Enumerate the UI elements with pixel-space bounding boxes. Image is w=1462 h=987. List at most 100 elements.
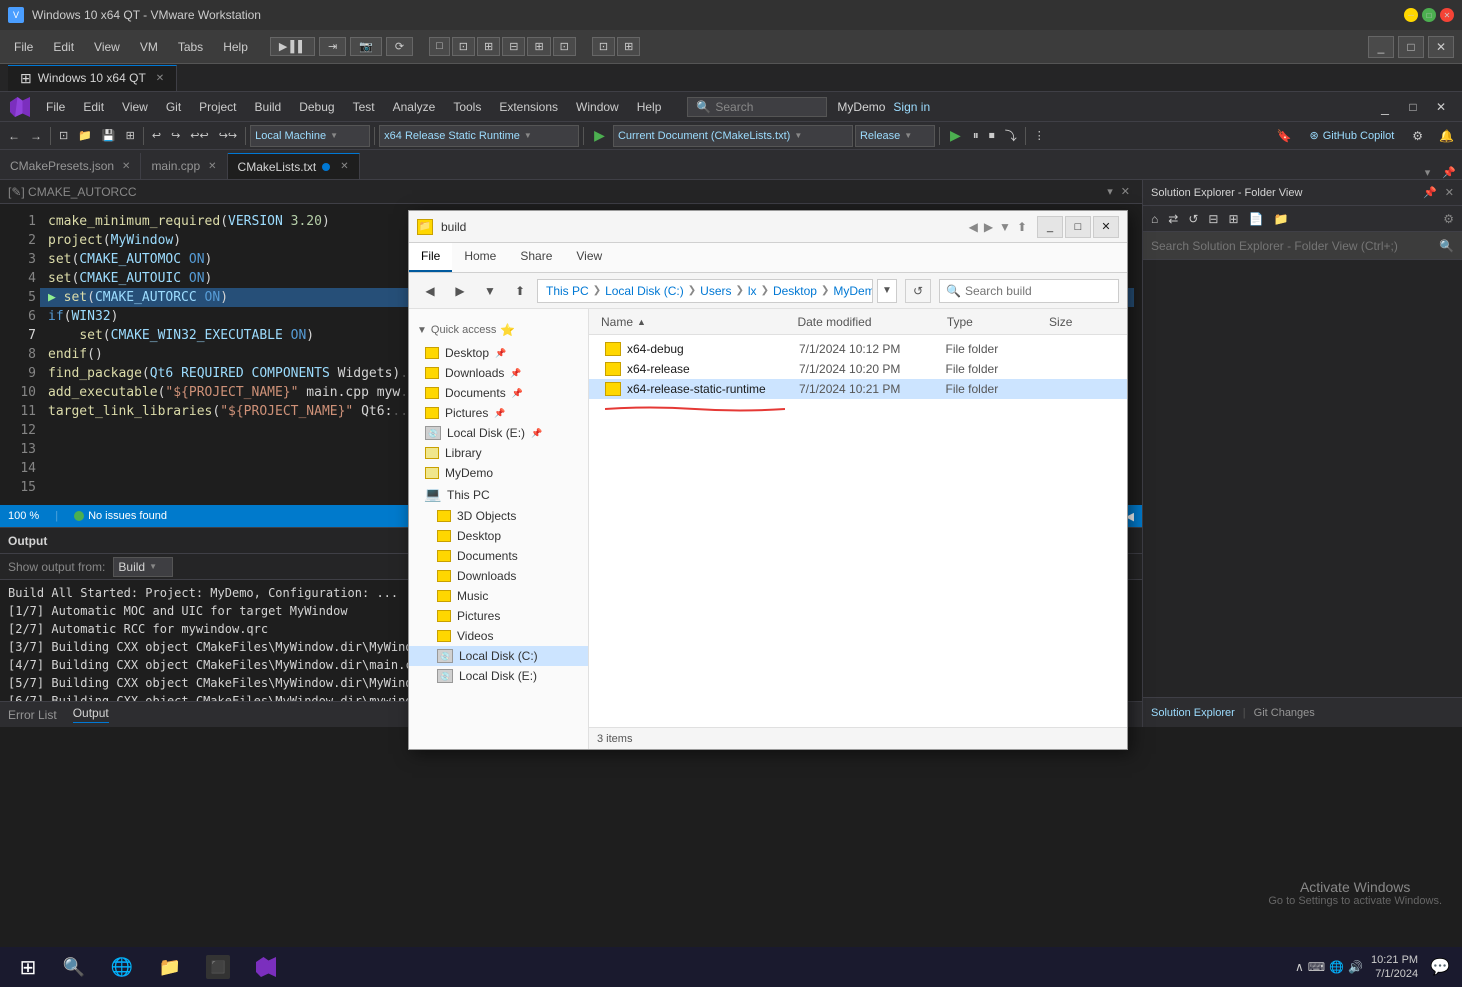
taskbar-edge[interactable]: 🌐 bbox=[100, 949, 144, 985]
toolbar-pause-btn[interactable]: ⏸ bbox=[969, 126, 983, 145]
sol-options-btn[interactable]: ⚙ bbox=[1439, 210, 1458, 228]
fe-ribbon-tab-view[interactable]: View bbox=[564, 243, 614, 272]
fe-sidebar-item-mydemo[interactable]: MyDemo bbox=[409, 463, 588, 483]
vm-toolbar-send[interactable]: ⇥ bbox=[319, 37, 346, 56]
taskbar-notification[interactable]: 💬 bbox=[1426, 957, 1454, 977]
vm-toolbar-snapshot2[interactable]: ⟳ bbox=[386, 37, 413, 56]
fe-minimize-btn[interactable]: _ bbox=[1037, 216, 1063, 238]
toolbar-notifications[interactable]: 🔔 bbox=[1435, 127, 1458, 145]
fe-sidebar-item-thispc[interactable]: 💻 This PC bbox=[409, 483, 588, 506]
vm-view-menu[interactable]: View bbox=[88, 40, 126, 54]
fe-sidebar-item-desktop2[interactable]: Desktop bbox=[409, 526, 588, 546]
vm-minimize-win[interactable]: _ bbox=[1368, 36, 1394, 58]
sol-search-bar[interactable]: 🔍 bbox=[1143, 232, 1462, 260]
fe-search-box[interactable]: 🔍 bbox=[939, 279, 1119, 303]
menu-tools[interactable]: Tools bbox=[445, 96, 489, 118]
fe-sidebar-item-documents[interactable]: Documents 📌 bbox=[409, 383, 588, 403]
toolbar-btn-2[interactable]: 📁 bbox=[74, 127, 96, 144]
fe-sidebar-item-documents2[interactable]: Documents bbox=[409, 546, 588, 566]
sol-pin-btn[interactable]: 📌 bbox=[1423, 186, 1437, 199]
vm-maximize-button[interactable]: □ bbox=[1422, 8, 1436, 22]
toolbar-undo2[interactable]: ↩↩ bbox=[186, 127, 212, 144]
vs-minimize[interactable]: _ bbox=[1372, 96, 1398, 118]
vm-window-btn-6[interactable]: ⊡ bbox=[553, 37, 576, 56]
fe-forward-btn[interactable]: ▶ bbox=[447, 279, 473, 303]
editor-options-btn[interactable]: ▾ bbox=[1107, 185, 1113, 198]
fe-breadcrumb-dropdown[interactable]: ▼ bbox=[877, 279, 897, 303]
fe-recent-btn[interactable]: ▼ bbox=[477, 279, 503, 303]
vs-signin-btn[interactable]: Sign in bbox=[893, 100, 930, 114]
fe-ribbon-tab-share[interactable]: Share bbox=[508, 243, 564, 272]
toolbar-step-btn[interactable]: ⤵ bbox=[1001, 125, 1021, 146]
fe-breadcrumb[interactable]: This PC ❯ Local Disk (C:) ❯ Users ❯ lx ❯… bbox=[537, 279, 873, 303]
vs-close[interactable]: ✕ bbox=[1428, 96, 1454, 118]
taskbar-search[interactable]: 🔍 bbox=[52, 949, 96, 985]
output-source-dropdown[interactable]: Build ▼ bbox=[113, 557, 173, 577]
tab-close-maincpp[interactable]: ✕ bbox=[208, 161, 216, 172]
menu-help[interactable]: Help bbox=[629, 96, 670, 118]
tab-close-cmakelists[interactable]: ✕ bbox=[340, 161, 348, 172]
vs-search-bar[interactable]: 🔍 Search bbox=[687, 97, 827, 117]
vm-window-btn-4[interactable]: ⊟ bbox=[502, 37, 525, 56]
sol-refresh-btn[interactable]: ↺ bbox=[1184, 210, 1202, 228]
vm-window-btn-3[interactable]: ⊞ bbox=[477, 37, 500, 56]
bookmark-btn[interactable]: 🔖 bbox=[1273, 127, 1296, 145]
fe-ribbon-tab-file[interactable]: File bbox=[409, 243, 452, 272]
current-doc-dropdown[interactable]: Current Document (CMakeLists.txt) ▼ bbox=[613, 125, 853, 147]
toolbar-stop-btn[interactable]: ⏹ bbox=[985, 126, 999, 145]
configuration-dropdown[interactable]: x64 Release Static Runtime ▼ bbox=[379, 125, 579, 147]
sol-new-folder-btn[interactable]: 📁 bbox=[1269, 210, 1292, 228]
fe-col-date-header[interactable]: Date modified bbox=[793, 315, 942, 329]
menu-build[interactable]: Build bbox=[247, 96, 290, 118]
fe-search-input[interactable] bbox=[965, 284, 1120, 298]
fe-row-x64release[interactable]: x64-release 7/1/2024 10:20 PM File folde… bbox=[589, 359, 1127, 379]
menu-project[interactable]: Project bbox=[191, 96, 244, 118]
fe-bc-item-thispc[interactable]: This PC bbox=[546, 284, 589, 298]
vm-toolbar-snapshot[interactable]: 📷 bbox=[350, 37, 382, 56]
fe-col-type-header[interactable]: Type bbox=[943, 315, 1045, 329]
fe-sidebar-item-library[interactable]: Library bbox=[409, 443, 588, 463]
sol-close-btn[interactable]: ✕ bbox=[1445, 186, 1454, 199]
toolbar-btn-4[interactable]: ⊞ bbox=[122, 127, 139, 144]
tab-cmakepresets[interactable]: CMakePresets.json ✕ bbox=[0, 153, 141, 179]
menu-view[interactable]: View bbox=[114, 96, 156, 118]
toolbar-back-btn[interactable]: ← bbox=[4, 127, 24, 145]
menu-file[interactable]: File bbox=[38, 96, 73, 118]
vm-extra-btn-1[interactable]: ⊡ bbox=[592, 37, 615, 56]
vs-maximize[interactable]: □ bbox=[1400, 96, 1426, 118]
tab-close-cmakepresets[interactable]: ✕ bbox=[122, 161, 130, 172]
toolbar-btn-3[interactable]: 💾 bbox=[98, 127, 120, 144]
toolbar-run-btn[interactable]: ▶ bbox=[944, 125, 967, 146]
fe-col-name-header[interactable]: Name ▲ bbox=[597, 315, 793, 329]
vm-tabs-menu[interactable]: Tabs bbox=[172, 40, 209, 54]
sol-new-file-btn[interactable]: 📄 bbox=[1245, 210, 1268, 228]
start-button[interactable]: ⊞ bbox=[8, 947, 48, 987]
sol-tab-solution[interactable]: Solution Explorer bbox=[1151, 707, 1235, 719]
fe-sidebar-item-3dobjects[interactable]: 3D Objects bbox=[409, 506, 588, 526]
vm-window-btn-1[interactable]: □ bbox=[429, 37, 450, 56]
fe-sidebar-item-downloads[interactable]: Downloads 📌 bbox=[409, 363, 588, 383]
fe-sidebar-item-edrive[interactable]: 💿 Local Disk (E:) 📌 bbox=[409, 423, 588, 443]
vm-help-menu[interactable]: Help bbox=[217, 40, 254, 54]
fe-bc-item-localdisk[interactable]: Local Disk (C:) bbox=[605, 284, 684, 298]
sol-tab-changes[interactable]: Git Changes bbox=[1254, 707, 1315, 719]
error-list-tab[interactable]: Error List bbox=[8, 708, 57, 722]
sol-home-btn[interactable]: ⌂ bbox=[1147, 210, 1162, 228]
fe-row-x64releasestatic[interactable]: x64-release-static-runtime 7/1/2024 10:2… bbox=[589, 379, 1127, 399]
toolbar-settings[interactable]: ⚙ bbox=[1408, 127, 1427, 145]
toolbar-more[interactable]: ⋮ bbox=[1030, 127, 1049, 144]
sol-search-input[interactable] bbox=[1151, 239, 1439, 253]
fe-bc-item-users[interactable]: Users bbox=[700, 284, 731, 298]
taskbar-explorer[interactable]: 📁 bbox=[148, 949, 192, 985]
vm-maximize-win[interactable]: □ bbox=[1398, 36, 1424, 58]
taskbar-tray-up[interactable]: ∧ bbox=[1295, 960, 1304, 974]
sol-collapse-btn[interactable]: ⊟ bbox=[1204, 210, 1222, 228]
vm-close-button[interactable]: ✕ bbox=[1440, 8, 1454, 22]
vm-edit-menu[interactable]: Edit bbox=[47, 40, 80, 54]
taskbar-vs[interactable] bbox=[244, 949, 288, 985]
menu-extensions[interactable]: Extensions bbox=[491, 96, 566, 118]
fe-sidebar-item-cdrive[interactable]: 💿 Local Disk (C:) bbox=[409, 646, 588, 666]
fe-sidebar-item-videos[interactable]: Videos bbox=[409, 626, 588, 646]
menu-test[interactable]: Test bbox=[345, 96, 383, 118]
taskbar-terminal[interactable]: ⬛ bbox=[196, 949, 240, 985]
